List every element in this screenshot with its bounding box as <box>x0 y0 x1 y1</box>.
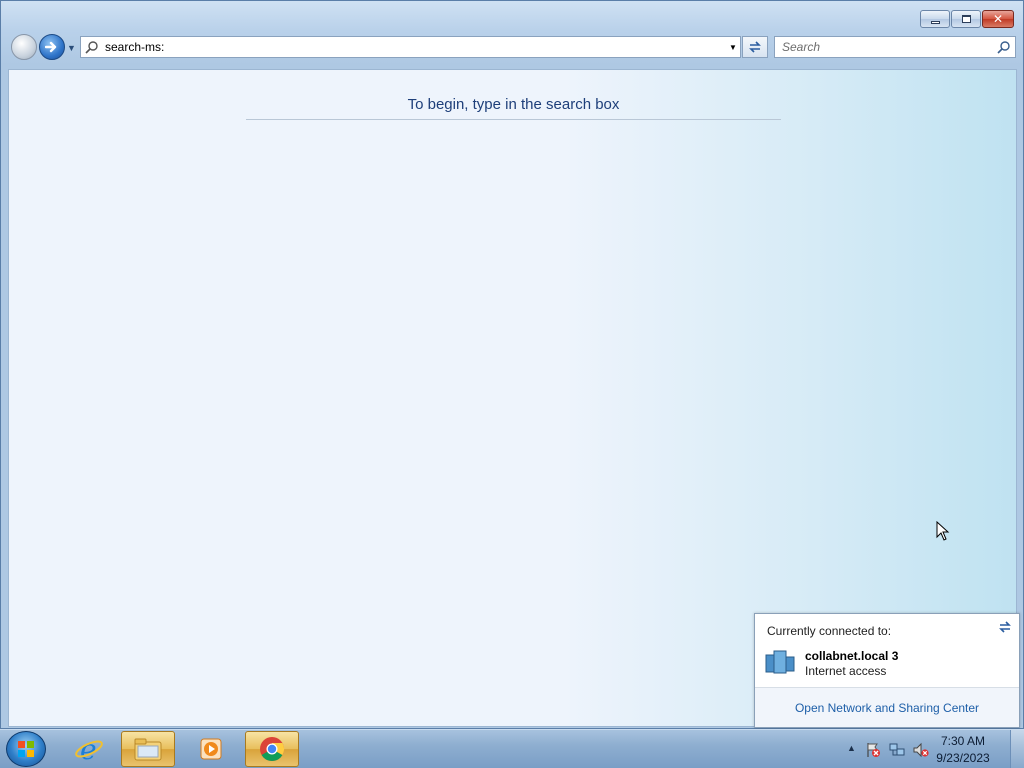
minimize-button[interactable] <box>920 10 950 28</box>
search-input[interactable] <box>782 40 993 54</box>
navigation-bar: ▼ search-ms: ▼ <box>9 33 1016 63</box>
clock-date[interactable]: 9/23/2023 <box>928 751 998 765</box>
refresh-button[interactable] <box>742 36 768 58</box>
address-dropdown-icon[interactable]: ▼ <box>726 37 740 57</box>
flyout-refresh-button[interactable] <box>997 620 1013 637</box>
search-icon <box>81 40 103 54</box>
network-name: collabnet.local 3 <box>805 649 899 663</box>
system-tray: ▲ 7:30 AM 9/23/2023 <box>839 730 1024 768</box>
search-box[interactable] <box>774 36 1016 58</box>
empty-search-message: To begin, type in the search box <box>246 96 781 120</box>
volume-muted-icon[interactable] <box>913 742 929 758</box>
ie-icon: e <box>75 734 103 764</box>
taskbar-media-player[interactable] <box>184 731 238 767</box>
flyout-header: Currently connected to: <box>767 624 892 638</box>
close-icon: ✕ <box>992 12 1004 26</box>
network-flyout: Currently connected to: collabnet.local … <box>754 613 1020 728</box>
chrome-icon <box>260 737 285 762</box>
taskbar-chrome[interactable] <box>245 731 299 767</box>
taskbar-windows-explorer[interactable] <box>121 731 175 767</box>
close-button[interactable]: ✕ <box>982 10 1014 28</box>
start-button[interactable] <box>6 731 46 767</box>
address-bar[interactable]: search-ms: ▼ <box>80 36 741 58</box>
address-text[interactable]: search-ms: <box>103 40 726 54</box>
clock-time[interactable]: 7:30 AM <box>928 734 998 748</box>
refresh-icon <box>749 41 761 53</box>
minimize-icon <box>930 20 940 24</box>
media-player-icon <box>200 738 222 760</box>
restore-icon <box>961 15 971 23</box>
forward-arrow-icon <box>45 41 57 53</box>
network-status: Internet access <box>805 664 887 678</box>
refresh-icon <box>999 621 1011 633</box>
show-desktop-button[interactable] <box>1010 730 1024 768</box>
back-button[interactable] <box>11 34 37 60</box>
network-icon <box>765 650 795 674</box>
caption-buttons: ✕ <box>920 10 1014 28</box>
recent-pages-dropdown[interactable]: ▼ <box>67 43 77 53</box>
open-network-sharing-center-link[interactable]: Open Network and Sharing Center <box>755 701 1019 715</box>
taskbar-internet-explorer[interactable]: e <box>62 731 116 767</box>
windows-logo-icon <box>18 741 34 757</box>
search-icon[interactable] <box>993 40 1015 54</box>
forward-button[interactable] <box>39 34 65 60</box>
network-status-icon[interactable] <box>889 742 905 758</box>
mouse-cursor-icon <box>936 521 950 541</box>
action-center-icon[interactable] <box>865 742 881 758</box>
taskbar: e ▲ 7:30 AM 9/23/2023 <box>0 729 1024 768</box>
svg-text:e: e <box>80 734 97 764</box>
restore-button[interactable] <box>951 10 981 28</box>
folder-icon <box>134 738 162 761</box>
show-hidden-icons-button[interactable]: ▲ <box>847 743 856 753</box>
